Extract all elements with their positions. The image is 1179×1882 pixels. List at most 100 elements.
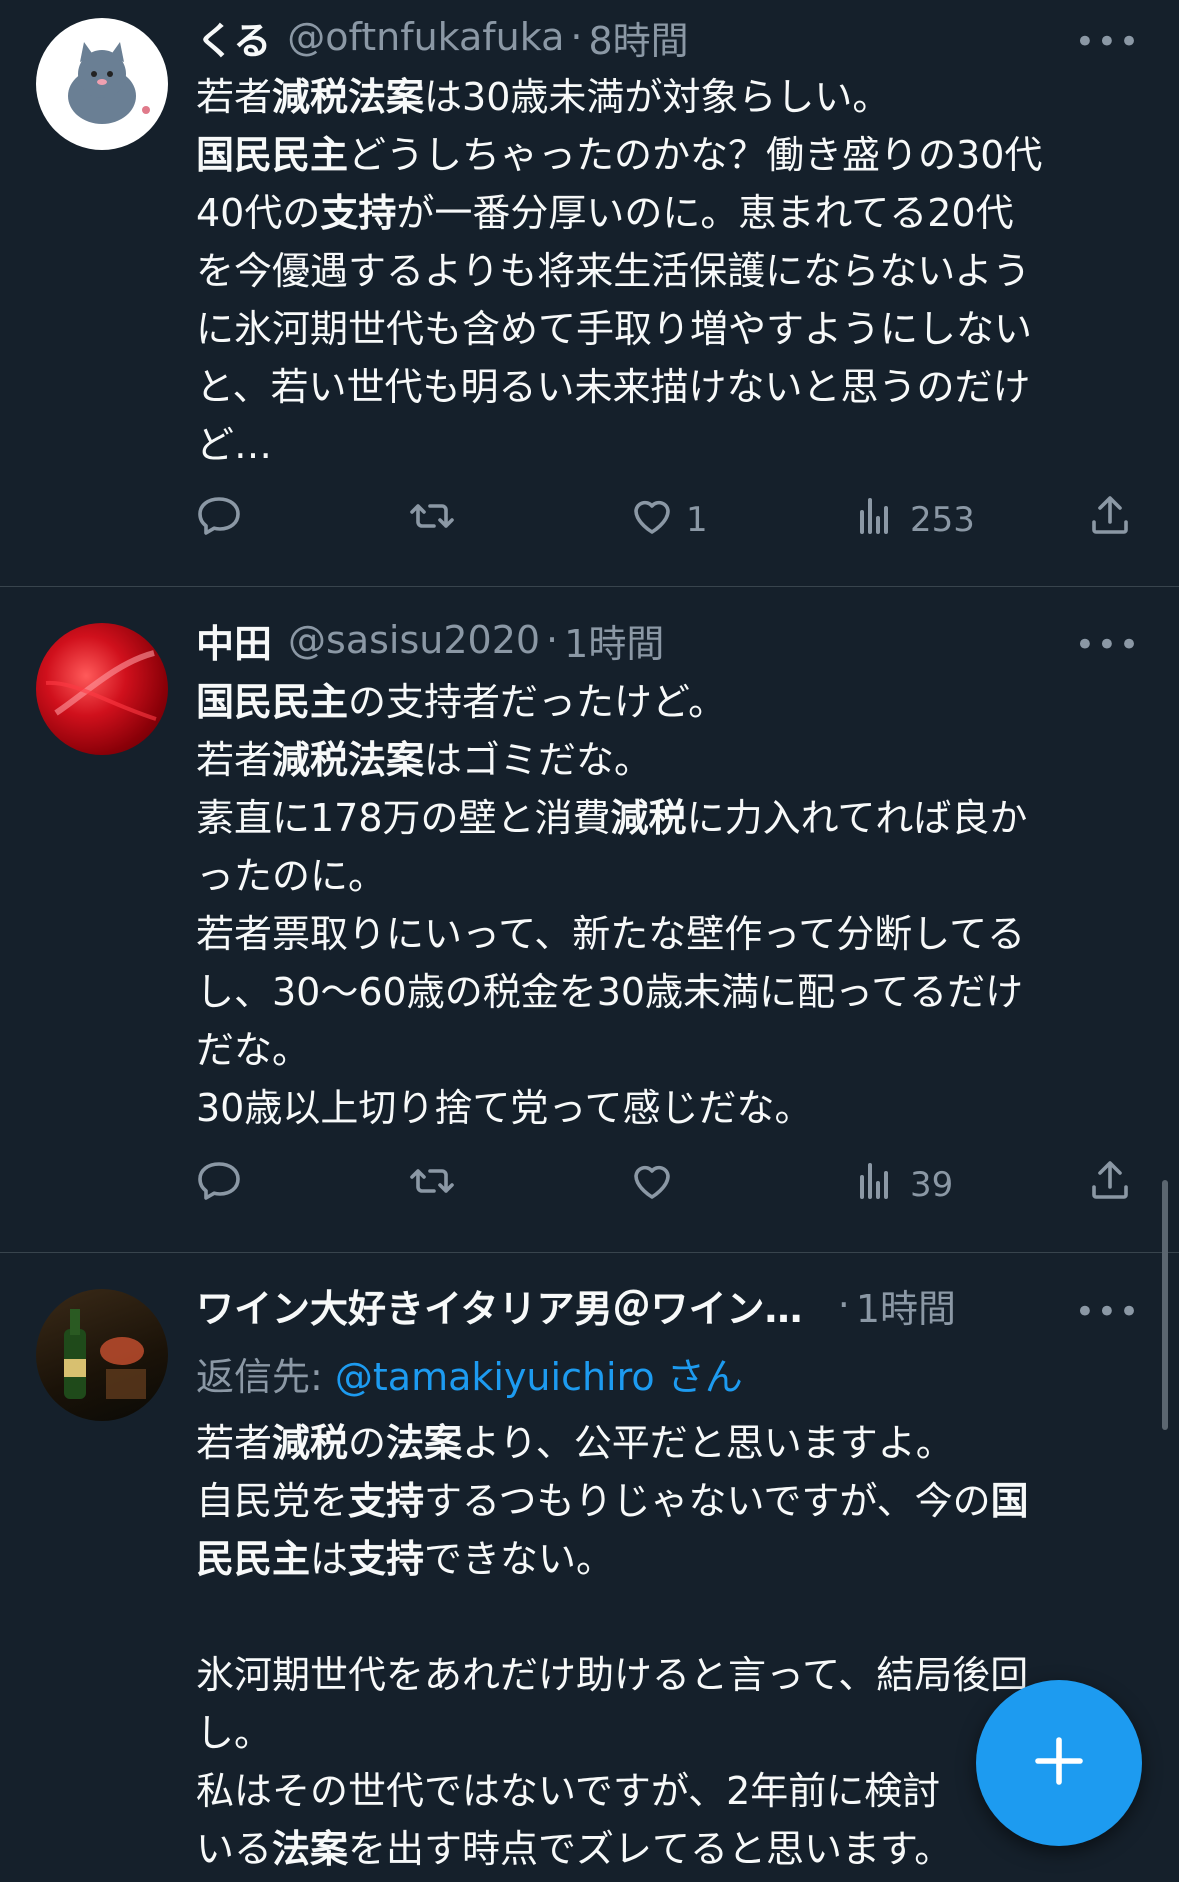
text-segment: の xyxy=(348,1421,387,1465)
views-button[interactable]: 253 xyxy=(852,490,975,550)
tweet-text-line: 若者票取りにいって、新たな壁作って分断してる xyxy=(196,905,1146,963)
tweet-text-line: いる法案を出す時点でズレてると思います。 xyxy=(196,1820,1146,1878)
share-button[interactable] xyxy=(1086,490,1134,550)
separator: · xyxy=(546,618,559,662)
tweet-text-line: 若者減税の法案より、公平だと思いますよ。 xyxy=(196,1414,1146,1472)
tweet-text-line: し、30〜60歳の税金を30歳未満に配ってるだけ xyxy=(196,963,1146,1021)
text-segment: 素直に178万の壁と消費 xyxy=(196,796,611,840)
views-button[interactable]: 39 xyxy=(852,1155,953,1215)
text-segment: を出す時点でズレてると思います。 xyxy=(348,1827,953,1871)
timestamp[interactable]: 1時間 xyxy=(564,615,664,666)
text-segment: を今優遇するよりも将来生活保護にならないよう xyxy=(196,249,1031,293)
share-icon xyxy=(1086,492,1134,549)
tweet-text-line xyxy=(196,1588,1146,1646)
more-options-icon[interactable]: ••• xyxy=(1075,1292,1141,1332)
more-options-icon[interactable]: ••• xyxy=(1075,22,1141,62)
tweet-text-line: ど… xyxy=(196,416,1146,474)
avatar[interactable] xyxy=(36,1289,168,1421)
like-count: 1 xyxy=(686,500,708,540)
tweet-text-line: 素直に178万の壁と消費減税に力入れてれば良か xyxy=(196,789,1146,847)
text-segment: が一番分厚いのに。恵まれてる20代 xyxy=(396,191,1014,235)
handle[interactable]: @sasisu2020 xyxy=(288,618,540,662)
text-segment: 40代の xyxy=(196,191,321,235)
tweet-text-line: 40代の支持が一番分厚いのに。恵まれてる20代 xyxy=(196,184,1146,242)
like-button[interactable] xyxy=(628,1155,686,1215)
text-segment: に氷河期世代も含めて手取り増やすようにしない xyxy=(196,307,1033,351)
text-segment: の支持者だったけど。 xyxy=(348,680,727,724)
separator: · xyxy=(570,15,583,59)
text-segment: 若者 xyxy=(196,738,273,782)
retweet-icon xyxy=(408,1157,456,1214)
more-options-icon[interactable]: ••• xyxy=(1075,625,1141,665)
views-icon xyxy=(852,492,900,549)
timestamp[interactable]: 8時間 xyxy=(588,12,688,63)
tweet-header: ワイン大好きイタリア男＠ワインエ… · 1時間 xyxy=(196,1280,956,1330)
reply-icon xyxy=(196,492,244,549)
text-segment: に力入れてれば良か xyxy=(686,796,1028,840)
text-segment: するつもりじゃないですが、今の xyxy=(424,1479,991,1523)
text-segment: より、公平だと思いますよ。 xyxy=(462,1421,954,1465)
separator: · xyxy=(837,1283,850,1327)
tweet-text-line: を今優遇するよりも将来生活保護にならないよう xyxy=(196,242,1146,300)
text-segment: は30歳未満が対象らしい。 xyxy=(424,75,891,119)
reply-button[interactable] xyxy=(196,490,244,550)
display-name[interactable]: ワイン大好きイタリア男＠ワインエ… xyxy=(196,1280,828,1331)
reply-context: 返信先: @tamakiyuichiro さん xyxy=(196,1346,743,1401)
tweet-text-line: と、若い世代も明るい未来描けないと思うのだけ xyxy=(196,358,1146,416)
text-segment: 若者 xyxy=(196,1421,273,1465)
text-segment: 国民民主 xyxy=(196,680,349,724)
retweet-button[interactable] xyxy=(408,1155,456,1215)
reply-suffix: さん xyxy=(654,1355,743,1399)
handle[interactable]: @oftnfukafuka xyxy=(287,15,564,59)
reply-button[interactable] xyxy=(196,1155,244,1215)
text-segment: 氷河期世代をあれだけ助けると言って、結局後回 xyxy=(196,1653,1029,1697)
scrollbar[interactable] xyxy=(1162,1180,1168,1430)
share-icon xyxy=(1086,1157,1134,1214)
share-button[interactable] xyxy=(1086,1155,1134,1215)
text-segment: 国 xyxy=(990,1479,1029,1523)
tweet-text-line: 若者減税法案はゴミだな。 xyxy=(196,731,1146,789)
tweet-text-line: 国民民主の支持者だったけど。 xyxy=(196,673,1146,731)
text-segment: いる xyxy=(196,1827,273,1871)
tweet-text-line: ったのに。 xyxy=(196,847,1146,905)
tweet-text-line: 30歳以上切り捨て党って感じだな。 xyxy=(196,1079,1146,1137)
retweet-button[interactable] xyxy=(408,490,456,550)
text-segment: 法案 xyxy=(386,1421,463,1465)
text-segment: 国民民主 xyxy=(196,133,349,177)
text-segment: 若者 xyxy=(196,75,273,119)
reply-icon xyxy=(196,1157,244,1214)
avatar[interactable] xyxy=(36,623,168,755)
text-segment: はゴミだな。 xyxy=(424,738,653,782)
text-segment: 減税 xyxy=(272,1421,349,1465)
text-segment: できない。 xyxy=(424,1537,615,1581)
text-segment: し、30〜60歳の税金を30歳未満に配ってるだけ xyxy=(196,970,1024,1014)
display-name[interactable]: くる xyxy=(196,12,271,63)
text-segment: 減税法案 xyxy=(272,738,425,782)
text-segment: 民民主 xyxy=(196,1537,311,1581)
text-segment: 支持 xyxy=(348,1479,425,1523)
action-bar: 1 253 xyxy=(196,490,1136,550)
tweet-header: 中田 @sasisu2020 · 1時間 xyxy=(196,615,1149,665)
reply-to-handle[interactable]: @tamakiyuichiro xyxy=(335,1355,655,1399)
tweet-text-line: だな。 xyxy=(196,1021,1146,1079)
like-button[interactable]: 1 xyxy=(628,490,708,550)
text-segment: ったのに。 xyxy=(196,854,387,898)
tweet[interactable]: 中田 @sasisu2020 · 1時間 ••• 国民民主の支持者だったけど。若… xyxy=(0,587,1179,1251)
text-segment: は xyxy=(310,1537,349,1581)
avatar[interactable] xyxy=(36,18,168,150)
action-bar: 39 xyxy=(196,1155,1136,1215)
text-segment: 減税法案 xyxy=(272,75,425,119)
text-segment: どうしちゃったのかな？働き盛りの30代 xyxy=(348,133,1043,177)
tweet-text-line: 若者減税法案は30歳未満が対象らしい。 xyxy=(196,68,1146,126)
text-segment: だな。 xyxy=(196,1028,311,1072)
tweet-header: くる @oftnfukafuka · 8時間 xyxy=(196,12,1149,62)
tweet-text: 国民民主の支持者だったけど。 若者減税法案はゴミだな。 素直に178万の壁と消費減税… xyxy=(196,673,1146,1137)
tweet[interactable]: くる @oftnfukafuka · 8時間 ••• 若者減税法案は30歳未満が… xyxy=(0,0,1179,586)
compose-button[interactable] xyxy=(976,1680,1142,1846)
timestamp[interactable]: 1時間 xyxy=(856,1280,956,1331)
reply-prefix: 返信先: xyxy=(196,1355,335,1399)
retweet-icon xyxy=(408,492,456,549)
tweet-text-line: 自民党を支持するつもりじゃないですが、今の国 xyxy=(196,1472,1146,1530)
display-name[interactable]: 中田 xyxy=(196,615,272,666)
heart-icon xyxy=(628,492,676,549)
